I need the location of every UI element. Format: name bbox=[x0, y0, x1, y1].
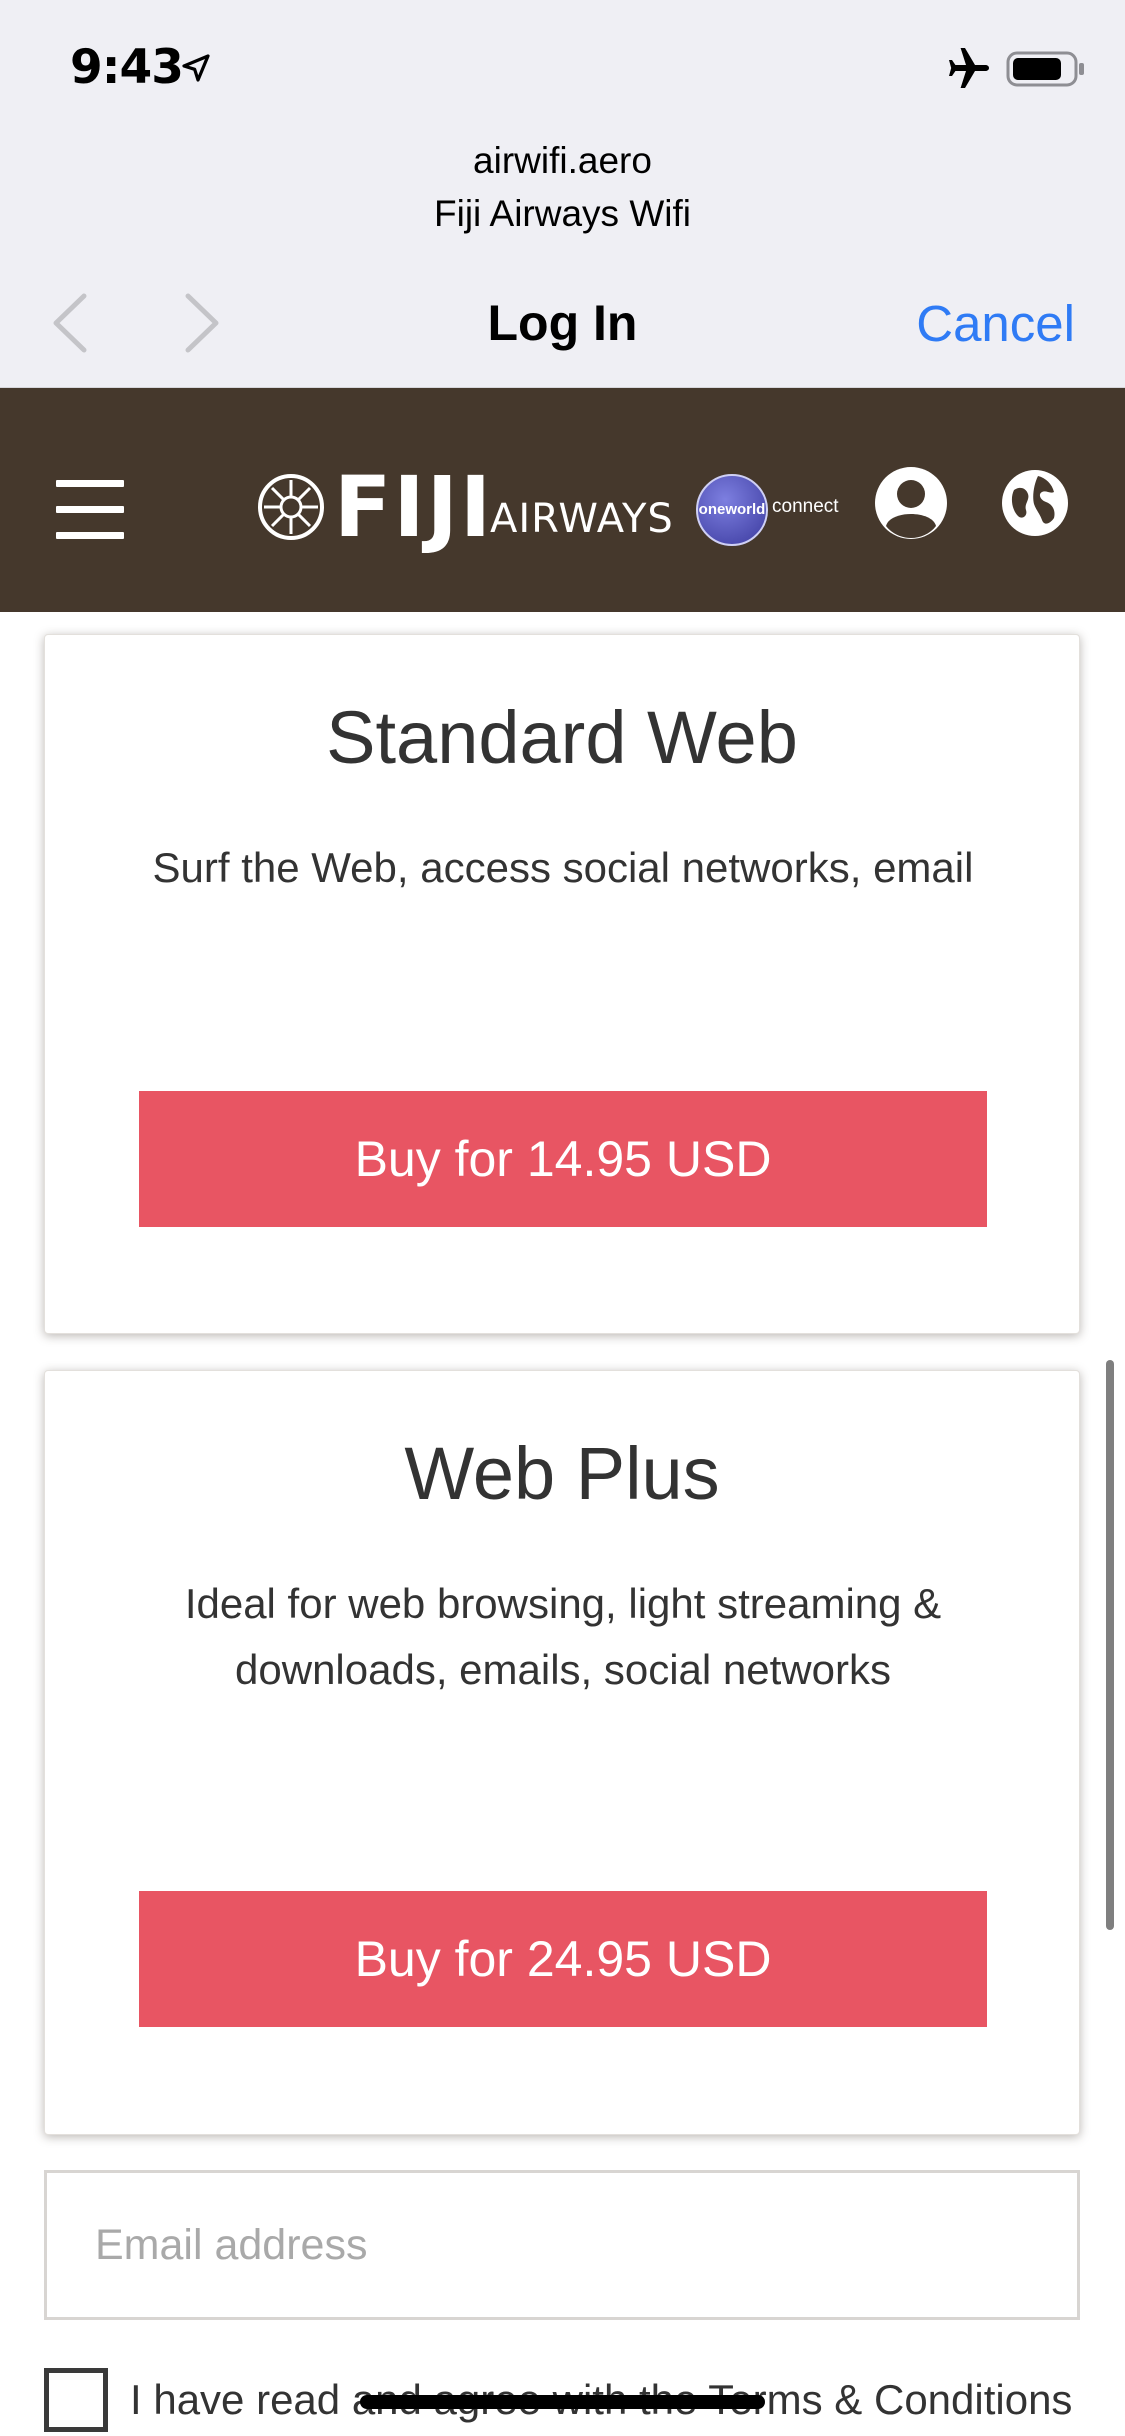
screen: 9:43 airwifi.aero Fiji Airways Wifi Log … bbox=[0, 0, 1125, 2436]
buy-standard-web-button[interactable]: Buy for 14.95 USD bbox=[139, 1091, 987, 1227]
plan-description: Ideal for web browsing, light streaming … bbox=[184, 1580, 942, 1693]
brand-airways: AIRWAYS bbox=[490, 496, 674, 542]
status-time: 9:43 bbox=[70, 40, 184, 95]
user-icon[interactable] bbox=[872, 464, 950, 542]
browser-chrome: 9:43 airwifi.aero Fiji Airways Wifi Log … bbox=[0, 0, 1125, 388]
brand-fiji: FIJI bbox=[334, 458, 494, 556]
plan-title: Web Plus bbox=[404, 1432, 720, 1515]
url-domain[interactable]: airwifi.aero bbox=[0, 140, 1125, 182]
oneworld-connect-label: connect bbox=[772, 496, 839, 517]
plan-card-web-plus: Web Plus Ideal for web browsing, light s… bbox=[44, 1370, 1080, 2135]
page-title: Fiji Airways Wifi bbox=[434, 193, 691, 234]
oneworld-badge: oneworld bbox=[696, 474, 768, 546]
scroll-indicator[interactable] bbox=[1106, 1360, 1114, 1930]
email-input[interactable] bbox=[44, 2170, 1080, 2320]
plan-title: Standard Web bbox=[326, 696, 798, 779]
airplane-icon bbox=[949, 48, 989, 88]
battery-icon bbox=[1006, 51, 1084, 87]
location-arrow-icon bbox=[182, 54, 210, 82]
plan-card-standard-web: Standard Web Surf the Web, access social… bbox=[44, 634, 1080, 1334]
site-header: FIJI AIRWAYS oneworld connect bbox=[0, 388, 1125, 612]
fiji-airways-emblem-icon bbox=[258, 474, 324, 540]
hamburger-menu-icon[interactable] bbox=[56, 480, 124, 540]
terms-checkbox[interactable] bbox=[44, 2368, 108, 2432]
plan-description: Surf the Web, access social networks, em… bbox=[152, 844, 974, 891]
cancel-button[interactable]: Cancel bbox=[916, 294, 1075, 353]
home-indicator bbox=[360, 2395, 765, 2409]
buy-web-plus-button[interactable]: Buy for 24.95 USD bbox=[139, 1891, 987, 2027]
globe-icon[interactable] bbox=[1000, 468, 1070, 538]
